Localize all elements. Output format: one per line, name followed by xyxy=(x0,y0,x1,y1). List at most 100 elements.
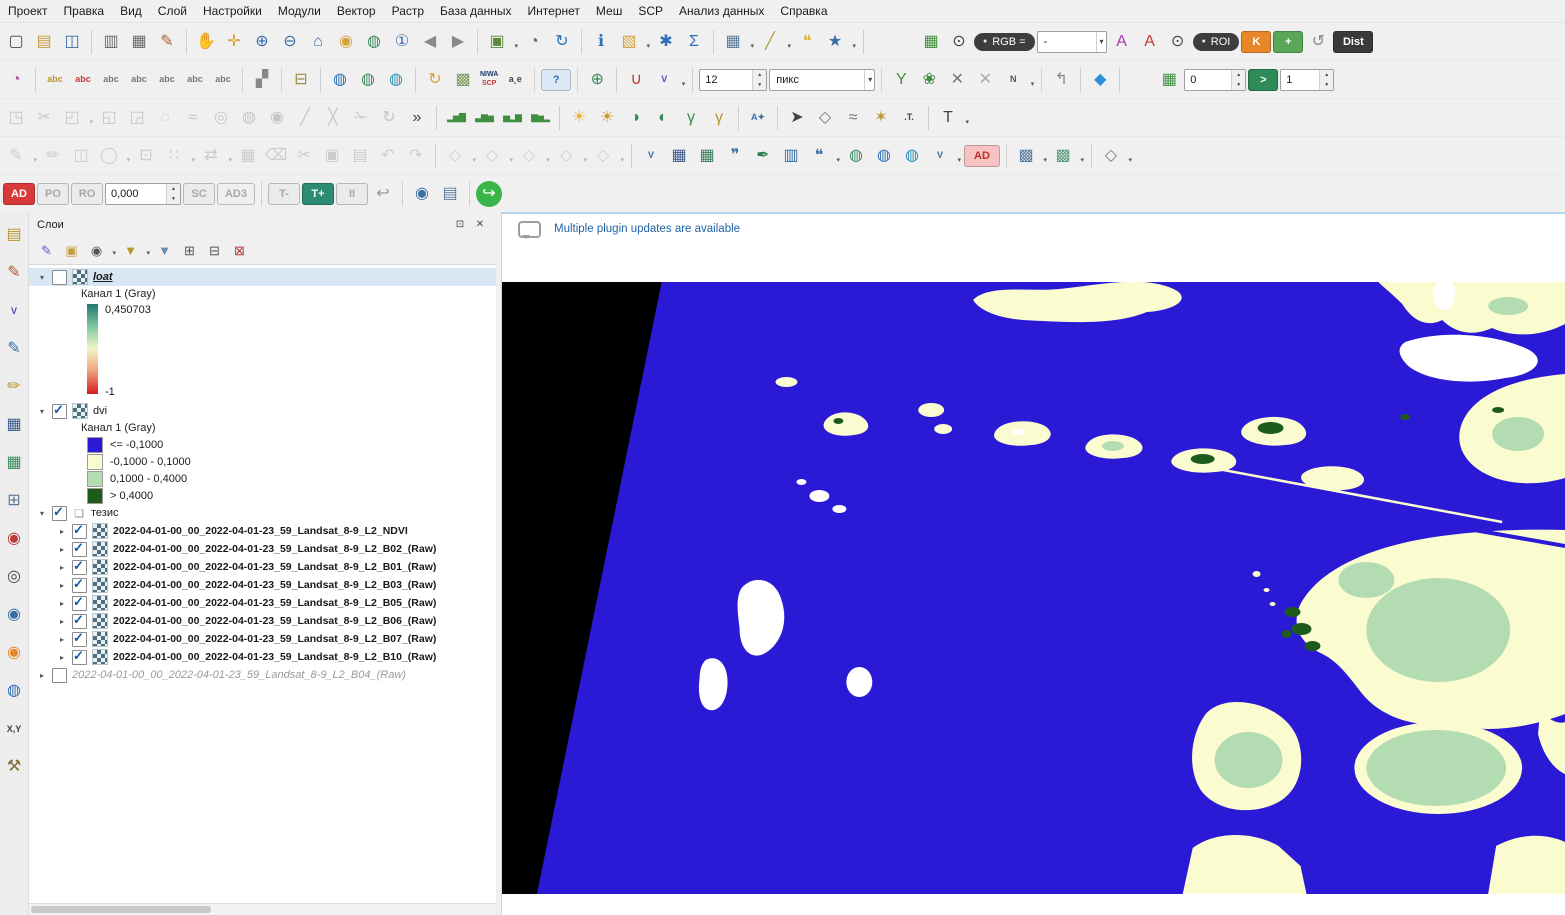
advanced-digitize-dd-4[interactable]: ◇ xyxy=(553,143,588,169)
scp-k-button[interactable]: K xyxy=(1241,31,1271,53)
current-edits-icon[interactable]: ✎ xyxy=(3,143,38,169)
filter-legend-icon[interactable]: ▼ xyxy=(119,239,151,262)
scp-plus-button[interactable]: + xyxy=(1273,31,1303,53)
expander-icon[interactable]: ▾ xyxy=(37,407,47,416)
delete-selected-icon[interactable]: ⌫ xyxy=(263,143,289,169)
diagram-overlap-icon[interactable]: ◔ xyxy=(3,67,29,93)
labeling-rules-icon[interactable]: abc xyxy=(70,67,96,93)
dock-point-c-icon[interactable]: ◉ xyxy=(1,640,27,666)
layer-checkbox[interactable] xyxy=(52,668,67,683)
pan-to-selection-icon[interactable]: ✛ xyxy=(221,29,247,55)
zoom-to-layer-icon[interactable]: ◍ xyxy=(361,29,387,55)
menu-database[interactable]: База данных xyxy=(432,1,519,21)
layer-row-b02[interactable]: ▸ 2022-04-01-00_00_2022-04-01-23_59_Land… xyxy=(29,540,496,558)
expander-icon[interactable]: ▸ xyxy=(57,599,67,608)
measure-icon[interactable]: ╱ xyxy=(757,29,792,55)
topo-cross-icon[interactable]: ✕ xyxy=(944,67,970,93)
digitize-polygon-icon[interactable]: ◯ xyxy=(96,143,131,169)
scp-local-stretch-icon[interactable]: A xyxy=(1109,29,1135,55)
dock-measure-icon[interactable]: ✏ xyxy=(1,374,27,400)
map-tips-icon[interactable]: ❝ xyxy=(794,29,820,55)
full-histogram-stretch-icon[interactable]: ▃▆▅ xyxy=(471,105,497,131)
layer-checkbox[interactable] xyxy=(72,596,87,611)
scp-po-button[interactable]: PO xyxy=(37,183,69,205)
toolbar-overflow-chevron[interactable]: » xyxy=(404,105,430,131)
scp-std-stretch-icon[interactable]: A xyxy=(1137,29,1163,55)
dock-raster-blue-icon[interactable]: ▦ xyxy=(1,412,27,438)
zoom-to-selection-icon[interactable]: ◉ xyxy=(333,29,359,55)
zoom-last-icon[interactable]: ◀ xyxy=(417,29,443,55)
layer-checkbox[interactable] xyxy=(72,632,87,647)
scp-working-grid-icon[interactable]: ▦ xyxy=(1156,67,1182,93)
scp-vector2-icon[interactable]: V xyxy=(927,143,962,169)
new-print-layout-icon[interactable]: ▥ xyxy=(98,29,124,55)
advanced-digitize-dd-3[interactable]: ◇ xyxy=(516,143,551,169)
scp-search-icon[interactable]: ◉ xyxy=(409,181,435,207)
delete-part-icon[interactable]: ◍ xyxy=(236,105,262,131)
scp-pause-button[interactable]: II xyxy=(336,183,368,205)
decrease-brightness-icon[interactable]: ☀ xyxy=(594,105,620,131)
increase-brightness-icon[interactable]: ☀ xyxy=(566,105,592,131)
temporal-controller-icon[interactable]: ◔ xyxy=(521,29,547,55)
remove-layer-icon[interactable]: ⊠ xyxy=(228,239,251,262)
zoom-native-icon[interactable]: ① xyxy=(389,29,415,55)
scp-matrix-icon[interactable]: ▥ xyxy=(778,143,804,169)
scp-rgb-combo[interactable]: -▾ xyxy=(1037,31,1107,53)
raster-mosaic-icon[interactable]: ▩ xyxy=(1013,143,1048,169)
layer-row-b03[interactable]: ▸ 2022-04-01-00_00_2022-04-01-23_59_Land… xyxy=(29,576,496,594)
vector-split-icon[interactable]: ◰ xyxy=(59,105,94,131)
attribute-table-icon[interactable]: ▦ xyxy=(720,29,755,55)
scp-dist-button[interactable]: Dist xyxy=(1333,31,1373,53)
redo-icon[interactable]: ↷ xyxy=(403,143,429,169)
service-refresh-icon[interactable]: ↻ xyxy=(422,67,448,93)
layer-row-b06[interactable]: ▸ 2022-04-01-00_00_2022-04-01-23_59_Land… xyxy=(29,612,496,630)
increase-contrast-icon[interactable]: ◑ xyxy=(622,105,648,131)
scp-quote-icon[interactable]: ❞ xyxy=(722,143,748,169)
label-rotate-icon[interactable]: abc xyxy=(182,67,208,93)
decrease-contrast-icon[interactable]: ◐ xyxy=(650,105,676,131)
scrollbar-thumb[interactable] xyxy=(31,906,211,913)
text-anchor-icon[interactable]: .T. xyxy=(896,105,922,131)
pan-map-icon[interactable]: ✋ xyxy=(193,29,219,55)
scp-value-spin[interactable]: 0,000▲▼ xyxy=(105,183,181,205)
advanced-digitize-dd-2[interactable]: ◇ xyxy=(479,143,514,169)
scp-vector-icon[interactable]: V xyxy=(638,143,664,169)
expander-icon[interactable]: ▸ xyxy=(57,527,67,536)
expander-icon[interactable]: ▸ xyxy=(37,671,47,680)
scp-ad-tag[interactable]: AD xyxy=(964,145,1000,167)
layer-row-b05[interactable]: ▸ 2022-04-01-00_00_2022-04-01-23_59_Land… xyxy=(29,594,496,612)
scp-sc-button[interactable]: SC xyxy=(183,183,215,205)
group-checkbox[interactable] xyxy=(52,506,67,521)
zoom-in-icon[interactable]: ⊕ xyxy=(249,29,275,55)
statistics-sum-icon[interactable]: Σ xyxy=(681,29,707,55)
scp-globe-b-icon[interactable]: ◍ xyxy=(871,143,897,169)
layer-checkbox[interactable] xyxy=(72,578,87,593)
raster-mosaic2-icon[interactable]: ▩ xyxy=(1050,143,1085,169)
scp-undo-icon[interactable]: ↺ xyxy=(1305,29,1331,55)
scp-max-spin[interactable]: 1▲▼ xyxy=(1280,69,1334,91)
label-show-hide-icon[interactable]: abc xyxy=(126,67,152,93)
menu-raster[interactable]: Растр xyxy=(384,1,432,21)
dock-raster-green-icon[interactable]: ▦ xyxy=(1,450,27,476)
text-format-icon[interactable]: T xyxy=(935,105,970,131)
layer-checkbox[interactable] xyxy=(52,404,67,419)
menu-scp[interactable]: SCP xyxy=(630,1,671,21)
zoom-out-icon[interactable]: ⊖ xyxy=(277,29,303,55)
dock-globe-icon[interactable]: ◍ xyxy=(1,678,27,704)
expander-icon[interactable]: ▸ xyxy=(57,545,67,554)
menu-view[interactable]: Вид xyxy=(112,1,150,21)
scp-preview-zoom-icon[interactable]: ⊙ xyxy=(946,29,972,55)
niwa-scp-logo[interactable]: NIWASCP xyxy=(478,71,500,87)
vertex-edit-icon[interactable]: ◇ xyxy=(812,105,838,131)
split-parts-icon[interactable]: ╳ xyxy=(320,105,346,131)
wfs-globe-icon[interactable]: ◍ xyxy=(383,67,409,93)
local-cumulative-stretch-icon[interactable]: ▅▂▆ xyxy=(499,105,525,131)
scp-ad-button[interactable]: AD xyxy=(3,183,35,205)
manage-map-themes-icon[interactable]: ◉ xyxy=(85,239,117,262)
topo-cross2-icon[interactable]: ✕ xyxy=(972,67,998,93)
layer-checkbox[interactable] xyxy=(72,542,87,557)
dock-point-a-icon[interactable]: ◎ xyxy=(1,564,27,590)
label-move-icon[interactable]: abc xyxy=(154,67,180,93)
scp-t-minus-button[interactable]: T- xyxy=(268,183,300,205)
local-histogram-stretch-icon[interactable]: ▂▅▇ xyxy=(443,105,469,131)
